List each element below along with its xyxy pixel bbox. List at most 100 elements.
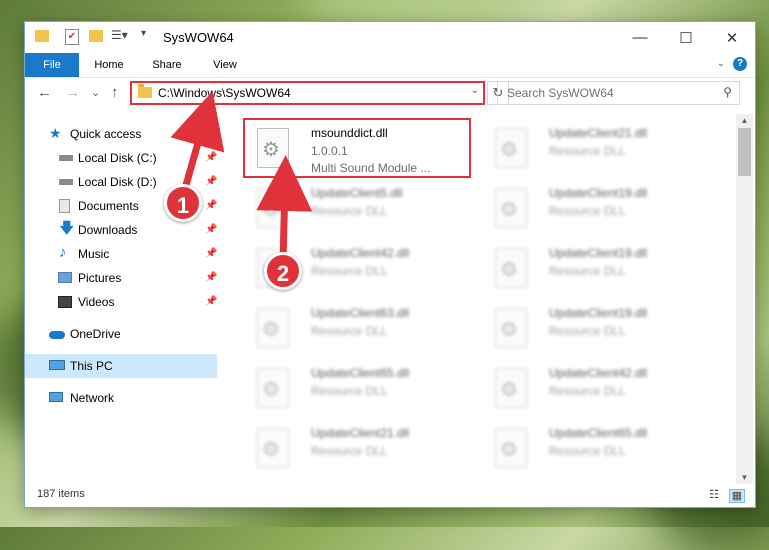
- recent-locations-button[interactable]: ⌄: [91, 86, 100, 99]
- computer-icon: [49, 360, 65, 370]
- file-item[interactable]: UpdateClient63.dll Resource DLL: [243, 300, 473, 356]
- file-item[interactable]: UpdateClient42.dll Resource DLL: [481, 360, 711, 416]
- pin-icon[interactable]: 📌: [205, 218, 217, 242]
- file-description: Resource DLL: [549, 384, 626, 398]
- tiles-view-icon[interactable]: ▦: [729, 489, 745, 503]
- file-name: UpdateClient63.dll: [311, 306, 410, 320]
- scroll-down-icon[interactable]: ▼: [736, 473, 753, 482]
- qat-dropdown-icon[interactable]: ▾: [141, 28, 146, 39]
- file-item[interactable]: UpdateClient21.dll Resource DLL: [243, 420, 473, 474]
- navigation-pane: ★ Quick access Local Disk (C:) 📌 Local D…: [25, 114, 220, 474]
- sidebar-item-downloads[interactable]: 🡇 Downloads 📌: [25, 218, 217, 242]
- file-description: Resource DLL: [549, 204, 626, 218]
- drive-icon: [59, 155, 73, 161]
- address-bar[interactable]: C:\Windows\SysWOW64 ⌄: [130, 81, 485, 105]
- dll-file-icon: [257, 368, 289, 408]
- file-description: Resource DLL: [549, 144, 626, 158]
- file-item[interactable]: UpdateClient65.dll Resource DLL: [243, 360, 473, 416]
- address-path[interactable]: C:\Windows\SysWOW64: [158, 86, 291, 100]
- sidebar-item-label: This PC: [70, 359, 113, 373]
- vertical-scrollbar[interactable]: ▲ ▼: [736, 114, 753, 484]
- navigation-bar: ← → ⌄ ↑ C:\Windows\SysWOW64 ⌄ ↻ Search S…: [25, 78, 755, 110]
- pin-icon[interactable]: 📌: [205, 290, 217, 314]
- file-name: UpdateClient65.dll: [549, 426, 648, 440]
- tab-home[interactable]: Home: [87, 53, 131, 77]
- close-button[interactable]: ✕: [709, 22, 755, 53]
- sidebar-item-quick-access[interactable]: ★ Quick access: [25, 122, 217, 146]
- details-view-icon[interactable]: ☷: [707, 489, 721, 501]
- star-icon: ★: [49, 125, 62, 141]
- file-name: UpdateClient65.dll: [311, 366, 410, 380]
- search-input[interactable]: Search SysWOW64: [507, 86, 614, 100]
- scrollbar-thumb[interactable]: [738, 128, 751, 176]
- file-name: UpdateClient42.dll: [311, 246, 410, 260]
- file-item[interactable]: UpdateClient65.dll Resource DLL: [481, 420, 711, 474]
- help-button[interactable]: ?: [733, 57, 747, 71]
- sidebar-item-label: Network: [70, 391, 115, 405]
- music-icon: ♪: [59, 244, 67, 261]
- search-box[interactable]: Search SysWOW64 ⚲: [497, 81, 740, 105]
- dll-file-icon: [495, 188, 527, 228]
- file-name: UpdateClient19.dll: [549, 306, 648, 320]
- chevron-down-icon[interactable]: ⌄: [471, 85, 479, 96]
- tab-file[interactable]: File: [25, 53, 79, 77]
- pin-icon[interactable]: 📌: [205, 170, 217, 194]
- sidebar-item-label: Local Disk (C:): [78, 151, 157, 165]
- dll-file-icon: [257, 188, 289, 228]
- videos-icon: [58, 296, 72, 308]
- pin-icon[interactable]: 📌: [205, 146, 217, 170]
- tab-share[interactable]: Share: [145, 53, 189, 77]
- pin-icon[interactable]: 📌: [205, 242, 217, 266]
- dll-file-icon: [495, 428, 527, 468]
- file-name: UpdateClient21.dll: [311, 426, 410, 440]
- up-button[interactable]: ↑: [111, 84, 119, 101]
- new-folder-icon[interactable]: [89, 30, 103, 42]
- pin-icon[interactable]: 📌: [205, 194, 217, 218]
- scroll-up-icon[interactable]: ▲: [736, 116, 753, 125]
- file-item[interactable]: UpdateClient21.dll Resource DLL: [481, 120, 711, 176]
- pictures-icon: [58, 272, 72, 283]
- sidebar-item-videos[interactable]: Videos 📌: [25, 290, 217, 314]
- sidebar-item-this-pc[interactable]: This PC: [25, 354, 217, 378]
- sidebar-item-label: OneDrive: [70, 327, 121, 341]
- sidebar-item-music[interactable]: ♪ Music 📌: [25, 242, 217, 266]
- dll-file-icon: [257, 428, 289, 468]
- window-title: SysWOW64: [163, 30, 234, 45]
- sidebar-item-label: Quick access: [70, 127, 142, 141]
- sidebar-item-label: Downloads: [78, 223, 138, 237]
- title-bar: ✔ ☰▾ ▾ SysWOW64 — ☐ ✕: [25, 22, 755, 53]
- search-icon[interactable]: ⚲: [723, 85, 732, 99]
- forward-button[interactable]: →: [65, 84, 80, 101]
- file-description: Resource DLL: [549, 324, 626, 338]
- minimize-button[interactable]: —: [617, 22, 663, 53]
- file-item[interactable]: UpdateClient19.dll Resource DLL: [481, 180, 711, 236]
- file-description: Resource DLL: [311, 264, 388, 278]
- dll-file-icon: [495, 368, 527, 408]
- sidebar-item-label: Documents: [78, 199, 139, 213]
- step-2-badge: 2: [264, 252, 302, 290]
- sidebar-item-onedrive[interactable]: OneDrive: [25, 322, 217, 346]
- file-item[interactable]: UpdateClient19.dll Resource DLL: [481, 240, 711, 296]
- customize-toolbar-icon[interactable]: ☰▾: [111, 28, 128, 42]
- documents-icon: [59, 199, 70, 213]
- back-button[interactable]: ←: [37, 84, 52, 101]
- downloads-icon: 🡇: [59, 220, 75, 237]
- sidebar-item-network[interactable]: Network: [25, 386, 217, 410]
- file-description: Resource DLL: [311, 384, 388, 398]
- folder-icon: [138, 84, 152, 98]
- properties-icon[interactable]: ✔: [65, 29, 79, 45]
- file-description: Resource DLL: [311, 204, 388, 218]
- file-item[interactable]: UpdateClient19.dll Resource DLL: [481, 300, 711, 356]
- sidebar-item-local-disk-c[interactable]: Local Disk (C:) 📌: [25, 146, 217, 170]
- sidebar-item-pictures[interactable]: Pictures 📌: [25, 266, 217, 290]
- sidebar-item-label: Music: [78, 247, 110, 261]
- file-description: Resource DLL: [311, 324, 388, 338]
- pin-icon[interactable]: 📌: [205, 266, 217, 290]
- file-name: UpdateClient19.dll: [549, 186, 648, 200]
- file-item[interactable]: UpdateClient5.dll Resource DLL: [243, 180, 473, 236]
- tab-view[interactable]: View: [203, 53, 247, 77]
- expand-ribbon-icon[interactable]: ⌄: [717, 58, 725, 69]
- maximize-button[interactable]: ☐: [663, 22, 709, 53]
- file-name: UpdateClient21.dll: [549, 126, 648, 140]
- status-bar: 187 items ☷ ▦: [25, 484, 755, 507]
